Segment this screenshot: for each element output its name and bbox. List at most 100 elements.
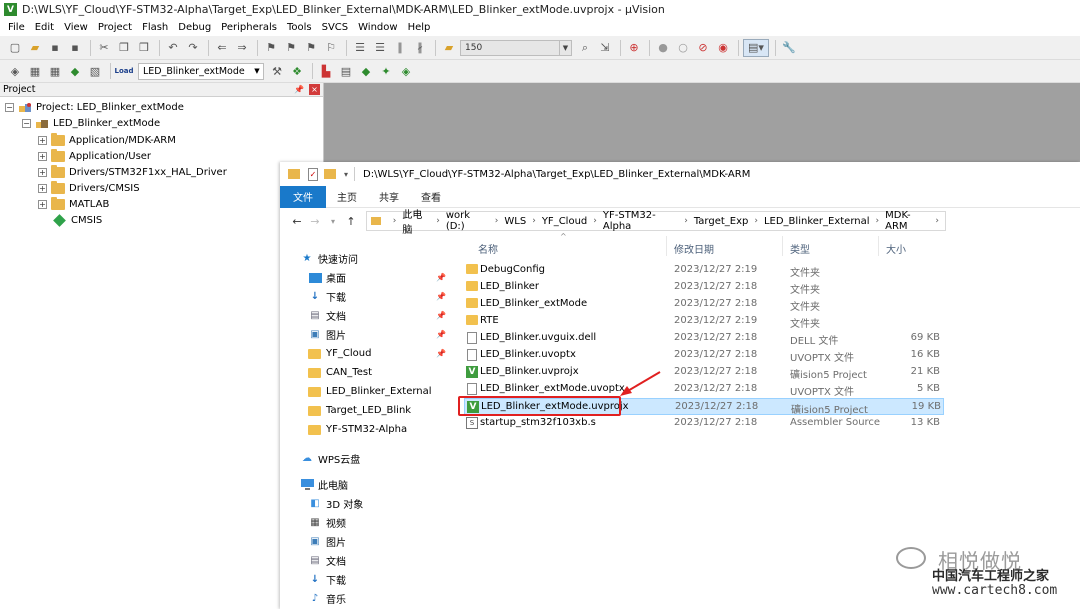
menu-flash[interactable]: Flash — [137, 22, 173, 33]
redo-icon[interactable]: ↷ — [184, 39, 202, 57]
debug-session-icon[interactable]: ⊕ — [625, 39, 643, 57]
breadcrumb-item[interactable]: YF_Cloud — [542, 216, 587, 227]
insert-breakpoint-icon[interactable]: ● — [654, 39, 672, 57]
nav-item-videos[interactable]: ▦ 视频 — [308, 513, 346, 532]
indent-icon[interactable]: ☰ — [351, 39, 369, 57]
nav-item-downloads[interactable]: ↓ 下载 — [308, 570, 346, 589]
column-divider[interactable] — [666, 236, 667, 256]
save-all-icon[interactable]: ▪ — [66, 39, 84, 57]
column-header-type[interactable]: 类型 — [790, 241, 810, 256]
collapse-icon[interactable]: − — [5, 102, 14, 112]
nav-item-documents[interactable]: ▤ 文档 — [308, 551, 346, 570]
chevron-down-icon[interactable]: ▾ — [324, 217, 342, 226]
pin-icon[interactable]: 📌 — [436, 292, 446, 301]
nav-item-pictures[interactable]: ▣ 图片 — [308, 532, 346, 551]
menu-peripherals[interactable]: Peripherals — [216, 22, 282, 33]
nav-item-downloads[interactable]: ↓ 下载 📌 — [308, 287, 446, 306]
file-row[interactable]: LED_Blinker.uvguix.dell 2023/12/27 2:18 … — [464, 330, 944, 347]
bookmark-icon[interactable]: ⚑ — [262, 39, 280, 57]
menu-svcs[interactable]: SVCS — [317, 22, 354, 33]
close-icon[interactable]: × — [309, 84, 320, 95]
nav-item-3d-objects[interactable]: ◧ 3D 对象 — [308, 494, 363, 513]
bookmark-clear-icon[interactable]: ⚐ — [322, 39, 340, 57]
find-icon[interactable]: ⌕ — [576, 39, 594, 57]
nav-this-pc[interactable]: 此电脑 — [300, 475, 348, 494]
unindent-icon[interactable]: ☰ — [371, 39, 389, 57]
column-divider[interactable] — [878, 236, 879, 256]
file-row[interactable]: V LED_Blinker.uvprojx 2023/12/27 2:18 礦i… — [464, 364, 944, 381]
nav-wps-cloud[interactable]: ☁ WPS云盘 — [300, 449, 360, 468]
nav-item-folder[interactable]: Target_LED_Blink — [308, 401, 411, 420]
address-bar[interactable]: › 此电脑 › work (D:) › WLS › YF_Cloud › YF-… — [366, 210, 946, 236]
nav-item-pictures[interactable]: ▣ 图片 📌 — [308, 325, 446, 344]
column-header-name[interactable]: 名称 — [478, 241, 498, 256]
file-row[interactable]: LED_Blinker 2023/12/27 2:18 文件夹 — [464, 279, 944, 296]
up-arrow-icon[interactable]: ↑ — [342, 215, 360, 228]
undo-icon[interactable]: ↶ — [164, 39, 182, 57]
build-icon[interactable]: ▦ — [26, 62, 44, 80]
event-recorder-icon[interactable]: ◈ — [397, 62, 415, 80]
tab-file[interactable]: 文件 — [280, 185, 326, 208]
tab-share[interactable]: 共享 — [368, 186, 410, 208]
translate-icon[interactable]: ◈ — [6, 62, 24, 80]
tree-target[interactable]: − LED_Blinker_extMode — [22, 115, 160, 131]
tab-home[interactable]: 主页 — [326, 186, 368, 208]
nav-back-icon[interactable]: ⇐ — [213, 39, 231, 57]
menu-debug[interactable]: Debug — [173, 22, 216, 33]
breadcrumb-item[interactable]: MDK-ARM — [885, 210, 929, 232]
pin-icon[interactable]: 📌 — [436, 330, 446, 339]
enable-breakpoint-icon[interactable]: ○ — [674, 39, 692, 57]
uncomment-icon[interactable]: ∦ — [411, 39, 429, 57]
menu-tools[interactable]: Tools — [282, 22, 317, 33]
tree-group[interactable]: + Application/MDK-ARM — [38, 132, 176, 148]
select-packs-icon[interactable]: ▤ — [337, 62, 355, 80]
expand-icon[interactable]: + — [38, 199, 47, 209]
expand-icon[interactable]: + — [38, 183, 47, 193]
pin-icon[interactable]: 📌 — [294, 85, 304, 94]
pin-icon[interactable]: 📌 — [436, 349, 446, 358]
paste-icon[interactable]: ❒ — [135, 39, 153, 57]
configure-icon[interactable]: 🔧 — [780, 39, 798, 57]
bookmark-next-icon[interactable]: ⚑ — [302, 39, 320, 57]
menu-edit[interactable]: Edit — [30, 22, 59, 33]
file-extensions-icon[interactable]: ❖ — [288, 62, 306, 80]
expand-icon[interactable]: + — [38, 167, 47, 177]
forward-arrow-icon[interactable]: → — [306, 215, 324, 228]
tree-group[interactable]: + Drivers/STM32F1xx_HAL_Driver — [38, 164, 227, 180]
chevron-down-icon[interactable]: ▼ — [559, 40, 571, 55]
bookmark-prev-icon[interactable]: ⚑ — [282, 39, 300, 57]
nav-item-music[interactable]: ♪ 音乐 — [308, 589, 346, 608]
file-row[interactable]: LED_Blinker.uvoptx 2023/12/27 2:18 UVOPT… — [464, 347, 944, 364]
tree-group[interactable]: + MATLAB — [38, 196, 109, 212]
back-arrow-icon[interactable]: ← — [288, 215, 306, 228]
rebuild-icon[interactable]: ▦ — [46, 62, 64, 80]
properties-icon[interactable]: ✓ — [308, 167, 318, 181]
target-select[interactable]: LED_Blinker_extMode ▼ — [138, 62, 264, 80]
disable-breakpoints-icon[interactable]: ⊘ — [694, 39, 712, 57]
cut-icon[interactable]: ✂ — [95, 39, 113, 57]
nav-quick-access[interactable]: ★ 快速访问 — [300, 249, 358, 268]
load-icon[interactable]: Load — [115, 62, 134, 80]
breadcrumb-item[interactable]: 此电脑 — [402, 206, 430, 236]
nav-item-documents[interactable]: ▤ 文档 📌 — [308, 306, 446, 325]
stop-build-icon[interactable]: ▧ — [86, 62, 104, 80]
pin-icon[interactable]: 📌 — [436, 311, 446, 320]
target-options-icon[interactable]: ⚒ — [268, 62, 286, 80]
menu-file[interactable]: File — [3, 22, 30, 33]
nav-item-folder[interactable]: YF-STM32-Alpha — [308, 420, 407, 439]
menu-window[interactable]: Window — [353, 22, 402, 33]
incremental-find-icon[interactable]: ⇲ — [596, 39, 614, 57]
nav-item-folder[interactable]: YF_Cloud 📌 — [308, 344, 446, 363]
expand-icon[interactable]: + — [38, 151, 47, 161]
file-row[interactable]: LED_Blinker_extMode 2023/12/27 2:18 文件夹 — [464, 296, 944, 313]
column-header-date[interactable]: 修改日期 — [674, 241, 714, 256]
menu-help[interactable]: Help — [403, 22, 436, 33]
kill-breakpoints-icon[interactable]: ◉ — [714, 39, 732, 57]
breadcrumb-item[interactable]: work (D:) — [446, 210, 489, 232]
copy-icon[interactable]: ❐ — [115, 39, 133, 57]
pack-installer-icon[interactable]: ◆ — [357, 62, 375, 80]
breadcrumb-item[interactable]: Target_Exp — [694, 216, 749, 227]
menu-view[interactable]: View — [59, 22, 93, 33]
find-in-files-icon[interactable]: ▰ — [440, 39, 458, 57]
tree-project-root[interactable]: − Project: LED_Blinker_extMode — [5, 99, 184, 115]
